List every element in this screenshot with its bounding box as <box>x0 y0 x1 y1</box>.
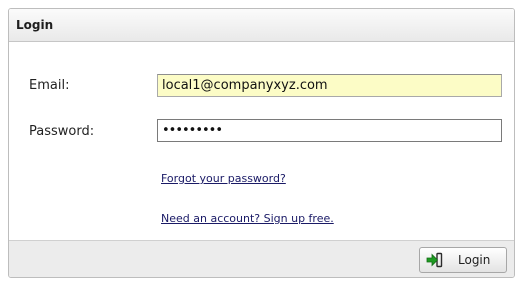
panel-footer: Login <box>9 240 514 277</box>
login-button[interactable]: Login <box>419 247 507 273</box>
login-form: Email: Password: Forgot your password? N… <box>9 42 514 242</box>
panel-header: Login <box>9 9 514 42</box>
login-panel: Login Email: Password: Forgot your passw… <box>8 8 515 278</box>
email-label: Email: <box>29 78 70 93</box>
email-field[interactable] <box>157 74 502 97</box>
login-arrow-icon <box>426 252 443 268</box>
forgot-password-link[interactable]: Forgot your password? <box>161 172 286 185</box>
password-field[interactable] <box>157 119 502 142</box>
password-label: Password: <box>29 124 95 139</box>
panel-title: Login <box>16 18 54 32</box>
sign-up-link[interactable]: Need an account? Sign up free. <box>161 212 334 225</box>
login-button-label: Login <box>458 253 491 267</box>
